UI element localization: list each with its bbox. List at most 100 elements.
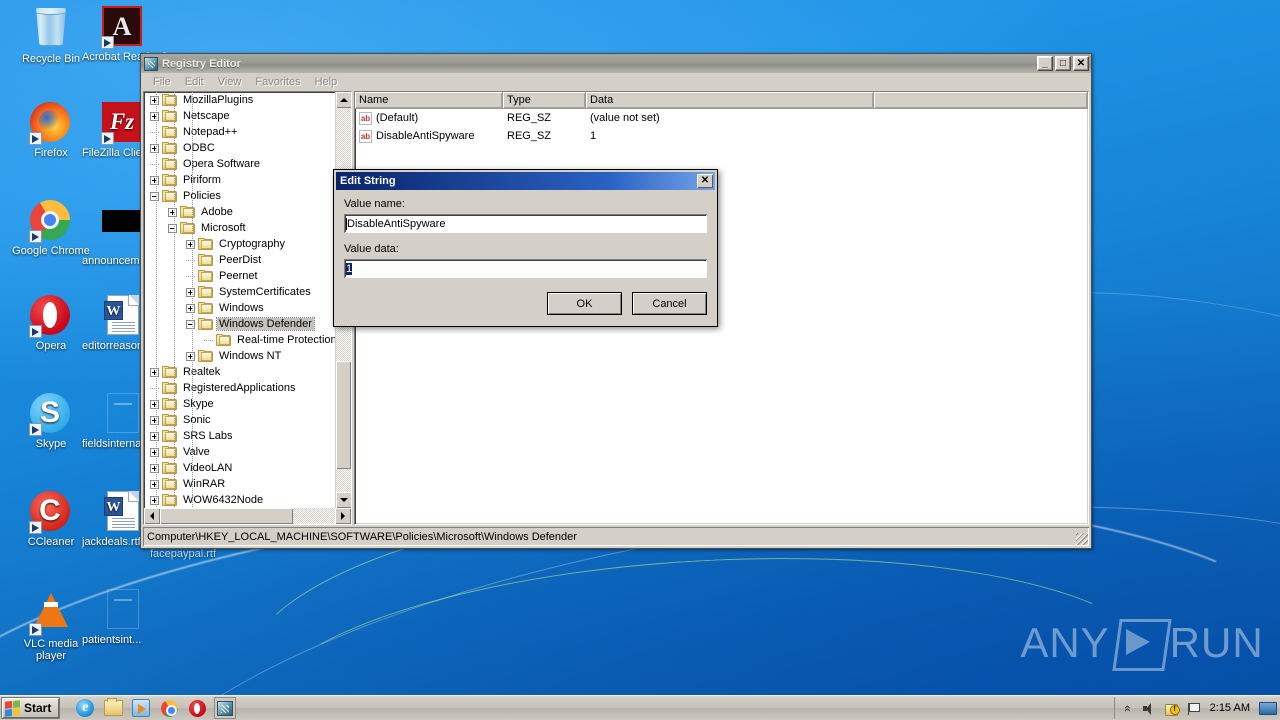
value-row[interactable]: (Default) REG_SZ (value not set) [355,109,1088,127]
tree-expander-plus-icon[interactable] [150,447,159,457]
scroll-thumb[interactable] [336,361,351,469]
show-desktop-icon[interactable] [1259,701,1277,716]
taskbar[interactable]: Start 2:15 AM [0,695,1280,720]
taskbar-google-chrome-button[interactable] [158,697,180,719]
tree-expander-plus-icon[interactable] [150,175,159,185]
quick-launch-bar[interactable] [74,697,237,719]
tree-expander-plus-icon[interactable] [186,287,195,297]
menu-item-help[interactable]: Help [308,75,345,89]
tree-item[interactable]: Valve [144,444,335,460]
ok-button[interactable]: OK [547,292,622,315]
tree-expander-plus-icon[interactable] [150,95,159,105]
value-data-input[interactable]: 1 [344,259,707,278]
tree-item[interactable]: Windows NT [144,348,335,364]
tree-item[interactable]: Skype [144,396,335,412]
tree-item[interactable]: Windows [144,300,335,316]
tree-item[interactable]: RegisteredApplications [144,380,335,396]
tree-item[interactable]: Policies [144,188,335,204]
scroll-up-button[interactable] [336,92,351,108]
menu-item-favorites[interactable]: Favorites [248,75,307,89]
menu-item-edit[interactable]: Edit [178,75,211,89]
maximize-button[interactable]: □ [1055,56,1071,71]
tree-item[interactable]: Cryptography [144,236,335,252]
tree-expander-plus-icon[interactable] [150,495,159,505]
scroll-track-h[interactable] [160,508,335,524]
tree-item[interactable]: Netscape [144,108,335,124]
dialog-titlebar[interactable]: Edit String ✕ [336,172,715,190]
tree-expander-plus-icon[interactable] [150,143,159,153]
menu-item-view[interactable]: View [211,75,249,89]
tree-item[interactable]: ODBC [144,140,335,156]
volume-icon[interactable] [1142,701,1157,716]
tree-expander-plus-icon[interactable] [150,431,159,441]
tree-item[interactable]: WinRAR [144,476,335,492]
tree-item[interactable]: Realtek [144,364,335,380]
tree-item[interactable]: SRS Labs [144,428,335,444]
scroll-down-button[interactable] [336,492,351,508]
taskbar-opera-button[interactable] [186,697,208,719]
column-header-data[interactable]: Data [586,92,874,108]
value-row[interactable]: DisableAntiSpyware REG_SZ 1 [355,127,1088,145]
scroll-thumb-h[interactable] [160,508,293,524]
tree-expander-plus-icon[interactable] [150,415,159,425]
scroll-left-button[interactable] [144,508,160,524]
value-name-input[interactable]: DisableAntiSpyware [344,214,707,233]
tree-expander-plus-icon[interactable] [168,207,177,217]
tree-expander-plus-icon[interactable] [150,399,159,409]
tree-item[interactable]: Adobe [144,204,335,220]
tree-expander-plus-icon[interactable] [150,367,159,377]
tree-expander-minus-icon[interactable] [168,223,177,233]
close-button[interactable]: ✕ [1073,56,1089,71]
tree-item[interactable]: WOW6432Node [144,492,335,508]
tree-expander-plus-icon[interactable] [186,303,195,313]
tree-item[interactable]: Opera Software [144,156,335,172]
tree-item[interactable]: Notepad++ [144,124,335,140]
desktop-icon-facepaypal[interactable]: facepaypal.rtf [148,548,234,560]
values-column-headers[interactable]: Name Type Data [355,92,1088,109]
column-header-type[interactable]: Type [503,92,586,108]
tree-item[interactable]: Real-time Protection [144,332,335,348]
taskbar-windows-explorer-button[interactable] [102,697,124,719]
tree-horizontal-scrollbar[interactable] [144,508,351,524]
taskbar-media-player-button[interactable] [130,697,152,719]
values-list[interactable]: (Default) REG_SZ (value not set) DisableAnt… [355,109,1088,145]
clock[interactable]: 2:15 AM [1208,702,1252,714]
edit-string-dialog[interactable]: Edit String ✕ Value name: DisableAntiSpy… [333,169,718,327]
tree-item[interactable]: Windows Defender [144,316,335,332]
taskbar-internet-explorer-button[interactable] [74,697,96,719]
tree-expander-plus-icon[interactable] [150,111,159,121]
resize-grip[interactable] [1076,533,1088,545]
tree-expander-plus-icon[interactable] [150,479,159,489]
taskbar-registry-editor-button[interactable] [214,697,237,719]
minimize-button[interactable]: _ [1037,56,1053,71]
tree-expander-minus-icon[interactable] [150,191,159,201]
tree-item[interactable]: Microsoft [144,220,335,236]
column-header-name[interactable]: Name [355,92,503,108]
tree-item[interactable]: Piriform [144,172,335,188]
show-hidden-icons-icon[interactable] [1120,701,1135,716]
system-tray[interactable]: 2:15 AM [1114,697,1280,719]
cancel-button[interactable]: Cancel [632,292,707,315]
tree-expander-plus-icon[interactable] [186,351,195,361]
tree-expander-plus-icon[interactable] [186,239,195,249]
menu-item-file[interactable]: File [146,75,178,89]
registry-tree-pane[interactable]: MozillaPlugins Netscape Notepad++ ODBC Opera… [143,91,352,525]
start-button[interactable]: Start [1,697,61,719]
tree-item[interactable]: PeerDist [144,252,335,268]
tree-expander-minus-icon[interactable] [186,319,195,329]
file-icon [107,589,139,629]
scroll-right-button[interactable] [335,508,351,524]
menu-bar[interactable]: File Edit View Favorites Help [141,73,1091,91]
network-flag-icon[interactable] [1186,701,1201,716]
tree-item[interactable]: Sonic [144,412,335,428]
dialog-close-button[interactable]: ✕ [697,174,713,188]
tree-item[interactable]: SystemCertificates [144,284,335,300]
tree-item[interactable]: Peernet [144,268,335,284]
desktop-icon-patientsint[interactable]: patientsint... [80,589,166,646]
tree-item[interactable]: MozillaPlugins [144,92,335,108]
action-center-icon[interactable] [1164,701,1180,716]
registry-tree[interactable]: MozillaPlugins Netscape Notepad++ ODBC Opera… [144,92,335,508]
tree-expander-plus-icon[interactable] [150,463,159,473]
tree-item[interactable]: VideoLAN [144,460,335,476]
window-titlebar[interactable]: Registry Editor _ □ ✕ [141,54,1091,73]
